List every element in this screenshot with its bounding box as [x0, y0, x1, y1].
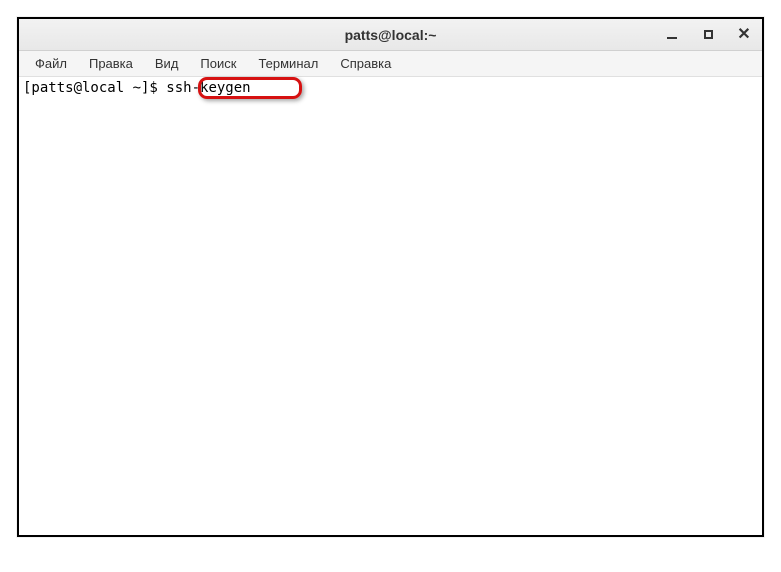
window-title: patts@local:~ [345, 27, 437, 43]
terminal-line: [patts@local ~]$ ssh-keygen [23, 79, 758, 98]
close-button[interactable]: ✕ [732, 23, 756, 47]
maximize-icon [704, 30, 713, 39]
minimize-button[interactable] [660, 23, 684, 47]
menu-search[interactable]: Поиск [190, 53, 246, 74]
terminal-body[interactable]: [patts@local ~]$ ssh-keygen [19, 77, 762, 535]
minimize-icon [667, 37, 677, 39]
close-icon: ✕ [737, 27, 750, 43]
menu-view[interactable]: Вид [145, 53, 189, 74]
menu-help[interactable]: Справка [330, 53, 401, 74]
menubar: Файл Правка Вид Поиск Терминал Справка [19, 51, 762, 77]
window-controls: ✕ [660, 23, 756, 47]
terminal-prompt: [patts@local ~]$ [23, 80, 166, 96]
menu-terminal[interactable]: Терминал [248, 53, 328, 74]
titlebar: patts@local:~ ✕ [19, 19, 762, 51]
menu-edit[interactable]: Правка [79, 53, 143, 74]
terminal-window: patts@local:~ ✕ Файл Правка Вид Поиск Те… [17, 17, 764, 537]
maximize-button[interactable] [696, 23, 720, 47]
menu-file[interactable]: Файл [25, 53, 77, 74]
terminal-command: ssh-keygen [166, 80, 250, 96]
